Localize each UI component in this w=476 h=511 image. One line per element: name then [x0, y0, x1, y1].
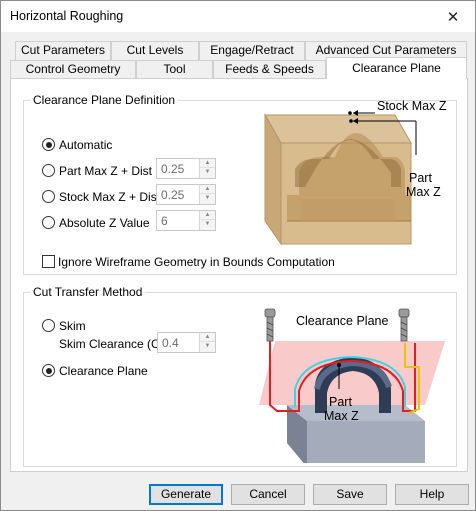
- skim-label: Skim: [59, 319, 86, 333]
- part-max-z-label-line2: Max Z: [406, 185, 441, 199]
- skim-radio[interactable]: [42, 319, 55, 332]
- chevron-up-icon[interactable]: ▲: [200, 185, 215, 194]
- absolute-z-value-label: Absolute Z Value: [59, 216, 150, 230]
- group-title: Clearance Plane Definition: [33, 93, 176, 107]
- dialog-window: Horizontal Roughing ✕ Cut Parameters Cut…: [0, 0, 476, 511]
- tab-engage-retract[interactable]: Engage/Retract: [199, 41, 305, 60]
- tab-cut-parameters[interactable]: Cut Parameters: [15, 41, 111, 60]
- stepper-value: 6: [161, 214, 168, 228]
- window-title: Horizontal Roughing: [10, 9, 124, 23]
- part-max-z-dist-radio[interactable]: [42, 164, 55, 177]
- part-max-z-dist-label: Part Max Z + Dist: [59, 164, 153, 178]
- chevron-down-icon[interactable]: ▼: [200, 342, 215, 351]
- tab-label: Feeds & Speeds: [225, 62, 314, 76]
- generate-button[interactable]: Generate: [149, 484, 223, 505]
- tab-label: Cut Levels: [126, 43, 184, 57]
- tab-label: Cut Parameters: [20, 43, 106, 57]
- part-max-z-dist-stepper[interactable]: 0.25 ▲ ▼: [156, 158, 216, 179]
- clearance-plane-radio[interactable]: [42, 364, 55, 377]
- tab-label: Tool: [163, 62, 186, 76]
- close-icon: ✕: [446, 8, 460, 26]
- clearance-plane-label: Clearance Plane: [59, 364, 148, 378]
- chevron-down-icon[interactable]: ▼: [200, 220, 215, 229]
- close-button[interactable]: ✕: [431, 1, 475, 32]
- stock-max-z-dist-label: Stock Max Z + Dist: [59, 190, 161, 204]
- automatic-radio[interactable]: [42, 138, 55, 151]
- tab-label: Engage/Retract: [210, 43, 294, 57]
- chevron-up-icon[interactable]: ▲: [200, 211, 215, 220]
- ignore-wireframe-checkbox[interactable]: [42, 255, 55, 268]
- tab-clearance-plane[interactable]: Clearance Plane: [326, 57, 467, 79]
- absolute-z-value-stepper[interactable]: 6 ▲ ▼: [156, 210, 216, 231]
- tab-label: Advanced Cut Parameters: [315, 43, 457, 57]
- stock-max-z-dist-radio[interactable]: [42, 190, 55, 203]
- clearance-plane-illustration-label: Clearance Plane: [296, 314, 389, 328]
- chevron-down-icon[interactable]: ▼: [200, 194, 215, 203]
- part-max-z-label-line1: Part: [409, 171, 432, 185]
- tab-feeds-speeds[interactable]: Feeds & Speeds: [213, 60, 326, 79]
- title-bar: Horizontal Roughing ✕: [1, 1, 475, 32]
- tab-tool[interactable]: Tool: [136, 60, 213, 79]
- part-max-z-label-line1: Part: [329, 395, 352, 409]
- chevron-up-icon[interactable]: ▲: [200, 333, 215, 342]
- part-max-z-label-line2: Max Z: [324, 409, 359, 423]
- stepper-value: 0.25: [161, 188, 185, 202]
- stepper-value: 0.4: [162, 336, 179, 350]
- group-title: Cut Transfer Method: [33, 285, 143, 299]
- tool-left: [264, 308, 276, 342]
- absolute-z-value-radio[interactable]: [42, 216, 55, 229]
- tab-panel-clearance-plane: Clearance Plane Definition Automatic Par…: [10, 78, 468, 472]
- help-button[interactable]: Help: [395, 484, 469, 505]
- tab-cut-levels[interactable]: Cut Levels: [111, 41, 199, 60]
- cancel-button[interactable]: Cancel: [231, 484, 305, 505]
- tool-right: [398, 308, 410, 342]
- tab-label: Clearance Plane: [352, 61, 441, 75]
- chevron-up-icon[interactable]: ▲: [200, 159, 215, 168]
- save-button[interactable]: Save: [313, 484, 387, 505]
- tab-control-geometry[interactable]: Control Geometry: [10, 60, 136, 79]
- stock-max-z-dist-stepper[interactable]: 0.25 ▲ ▼: [156, 184, 216, 205]
- chevron-down-icon[interactable]: ▼: [200, 168, 215, 177]
- stock-max-z-label: Stock Max Z: [377, 99, 447, 113]
- ignore-wireframe-label: Ignore Wireframe Geometry in Bounds Comp…: [58, 255, 335, 269]
- stepper-value: 0.25: [161, 162, 185, 176]
- skim-clearance-label: Skim Clearance (C): [59, 337, 164, 351]
- skim-clearance-stepper[interactable]: 0.4 ▲ ▼: [157, 332, 216, 353]
- tab-label: Control Geometry: [25, 62, 121, 76]
- automatic-label: Automatic: [59, 138, 113, 152]
